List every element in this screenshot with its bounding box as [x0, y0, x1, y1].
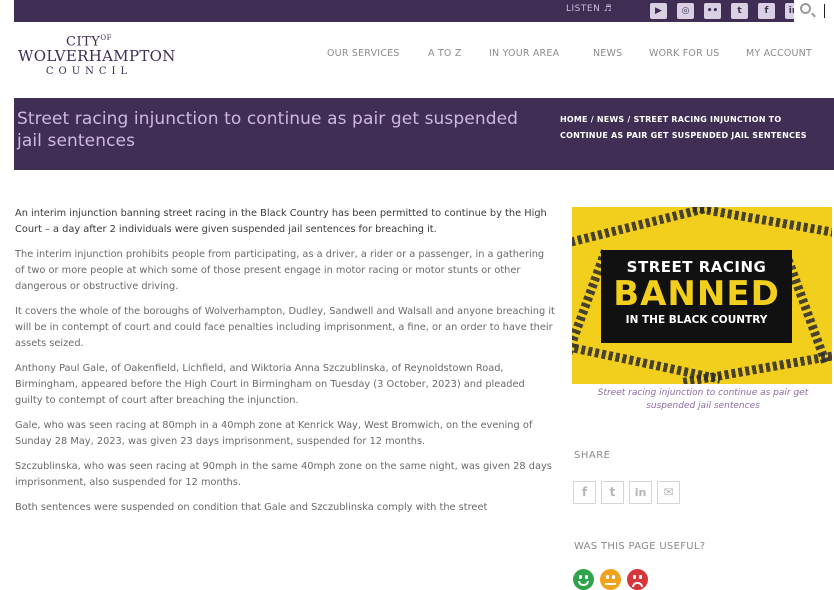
twitter-icon[interactable]: t: [731, 3, 748, 19]
flickr-icon[interactable]: ••: [704, 3, 721, 19]
listen-label: LISTEN: [566, 4, 601, 14]
listen-button[interactable]: LISTEN ♬: [566, 4, 612, 14]
nav-item-our-services[interactable]: OUR SERVICES: [327, 48, 400, 59]
image-caption: Street racing injunction to continue as …: [597, 388, 809, 411]
youtube-icon[interactable]: ▶: [650, 3, 667, 19]
article-paragraph: Gale, who was seen racing at 80mph in a …: [15, 420, 533, 447]
page-banner: Street racing injunction to continue as …: [14, 98, 834, 170]
image-sign-panel: STREET RACING BANNED IN THE BLACK COUNTR…: [601, 250, 792, 343]
article-paragraph: Anthony Paul Gale, of Oakenfield, Lichfi…: [15, 363, 525, 406]
search-icon[interactable]: [800, 3, 811, 14]
article-paragraph: It covers the whole of the boroughs of W…: [15, 306, 555, 349]
article-paragraph: The interim injunction prohibits people …: [15, 249, 545, 292]
top-bar: LISTEN ♬ ▶ ◎ •• t f in: [14, 0, 834, 22]
email-share-icon[interactable]: ✉: [657, 481, 680, 504]
article-lead-paragraph: An interim injunction banning street rac…: [15, 208, 547, 235]
twitter-share-icon[interactable]: t: [601, 481, 624, 504]
main-nav: OUR SERVICES A TO Z IN YOUR AREA NEWS WO…: [0, 48, 834, 64]
share-heading: SHARE: [574, 450, 611, 461]
article-body: An interim injunction banning street rac…: [15, 206, 555, 525]
linkedin-share-icon[interactable]: in: [629, 481, 652, 504]
nav-item-a-to-z[interactable]: A TO Z: [428, 48, 462, 59]
article-paragraph: Both sentences were suspended on conditi…: [15, 502, 488, 513]
feedback-heading: WAS THIS PAGE USEFUL?: [574, 541, 706, 552]
nav-item-my-account[interactable]: MY ACCOUNT: [746, 48, 812, 59]
nav-item-in-your-area[interactable]: IN YOUR AREA: [489, 48, 559, 59]
speaker-icon: ♬: [603, 4, 613, 14]
article-image: STREET RACING BANNED IN THE BLACK COUNTR…: [572, 207, 832, 384]
facebook-share-icon[interactable]: f: [573, 481, 596, 504]
logo-line-council: COUNCIL: [45, 66, 133, 78]
image-text-line-2: BANNED: [613, 274, 780, 314]
nav-item-news[interactable]: NEWS: [593, 48, 622, 59]
text-cursor: [824, 4, 825, 18]
social-links: ▶ ◎ •• t f in: [650, 3, 802, 19]
image-text-line-3: IN THE BLACK COUNTRY: [625, 314, 768, 326]
feedback-buttons: [573, 569, 648, 590]
breadcrumb[interactable]: HOME / NEWS / STREET RACING INJUNCTION T…: [560, 112, 830, 144]
article-paragraph: Szczublinska, who was seen racing at 90m…: [15, 461, 552, 488]
instagram-icon[interactable]: ◎: [677, 3, 694, 19]
page-title: Street racing injunction to continue as …: [17, 109, 519, 151]
share-buttons: f t in ✉: [573, 481, 680, 504]
neutral-face-icon[interactable]: [600, 569, 621, 590]
nav-item-work-for-us[interactable]: WORK FOR US: [649, 48, 719, 59]
facebook-icon[interactable]: f: [758, 3, 775, 19]
happy-face-icon[interactable]: [573, 569, 594, 590]
sad-face-icon[interactable]: [627, 569, 648, 590]
search-input[interactable]: [794, 0, 834, 22]
